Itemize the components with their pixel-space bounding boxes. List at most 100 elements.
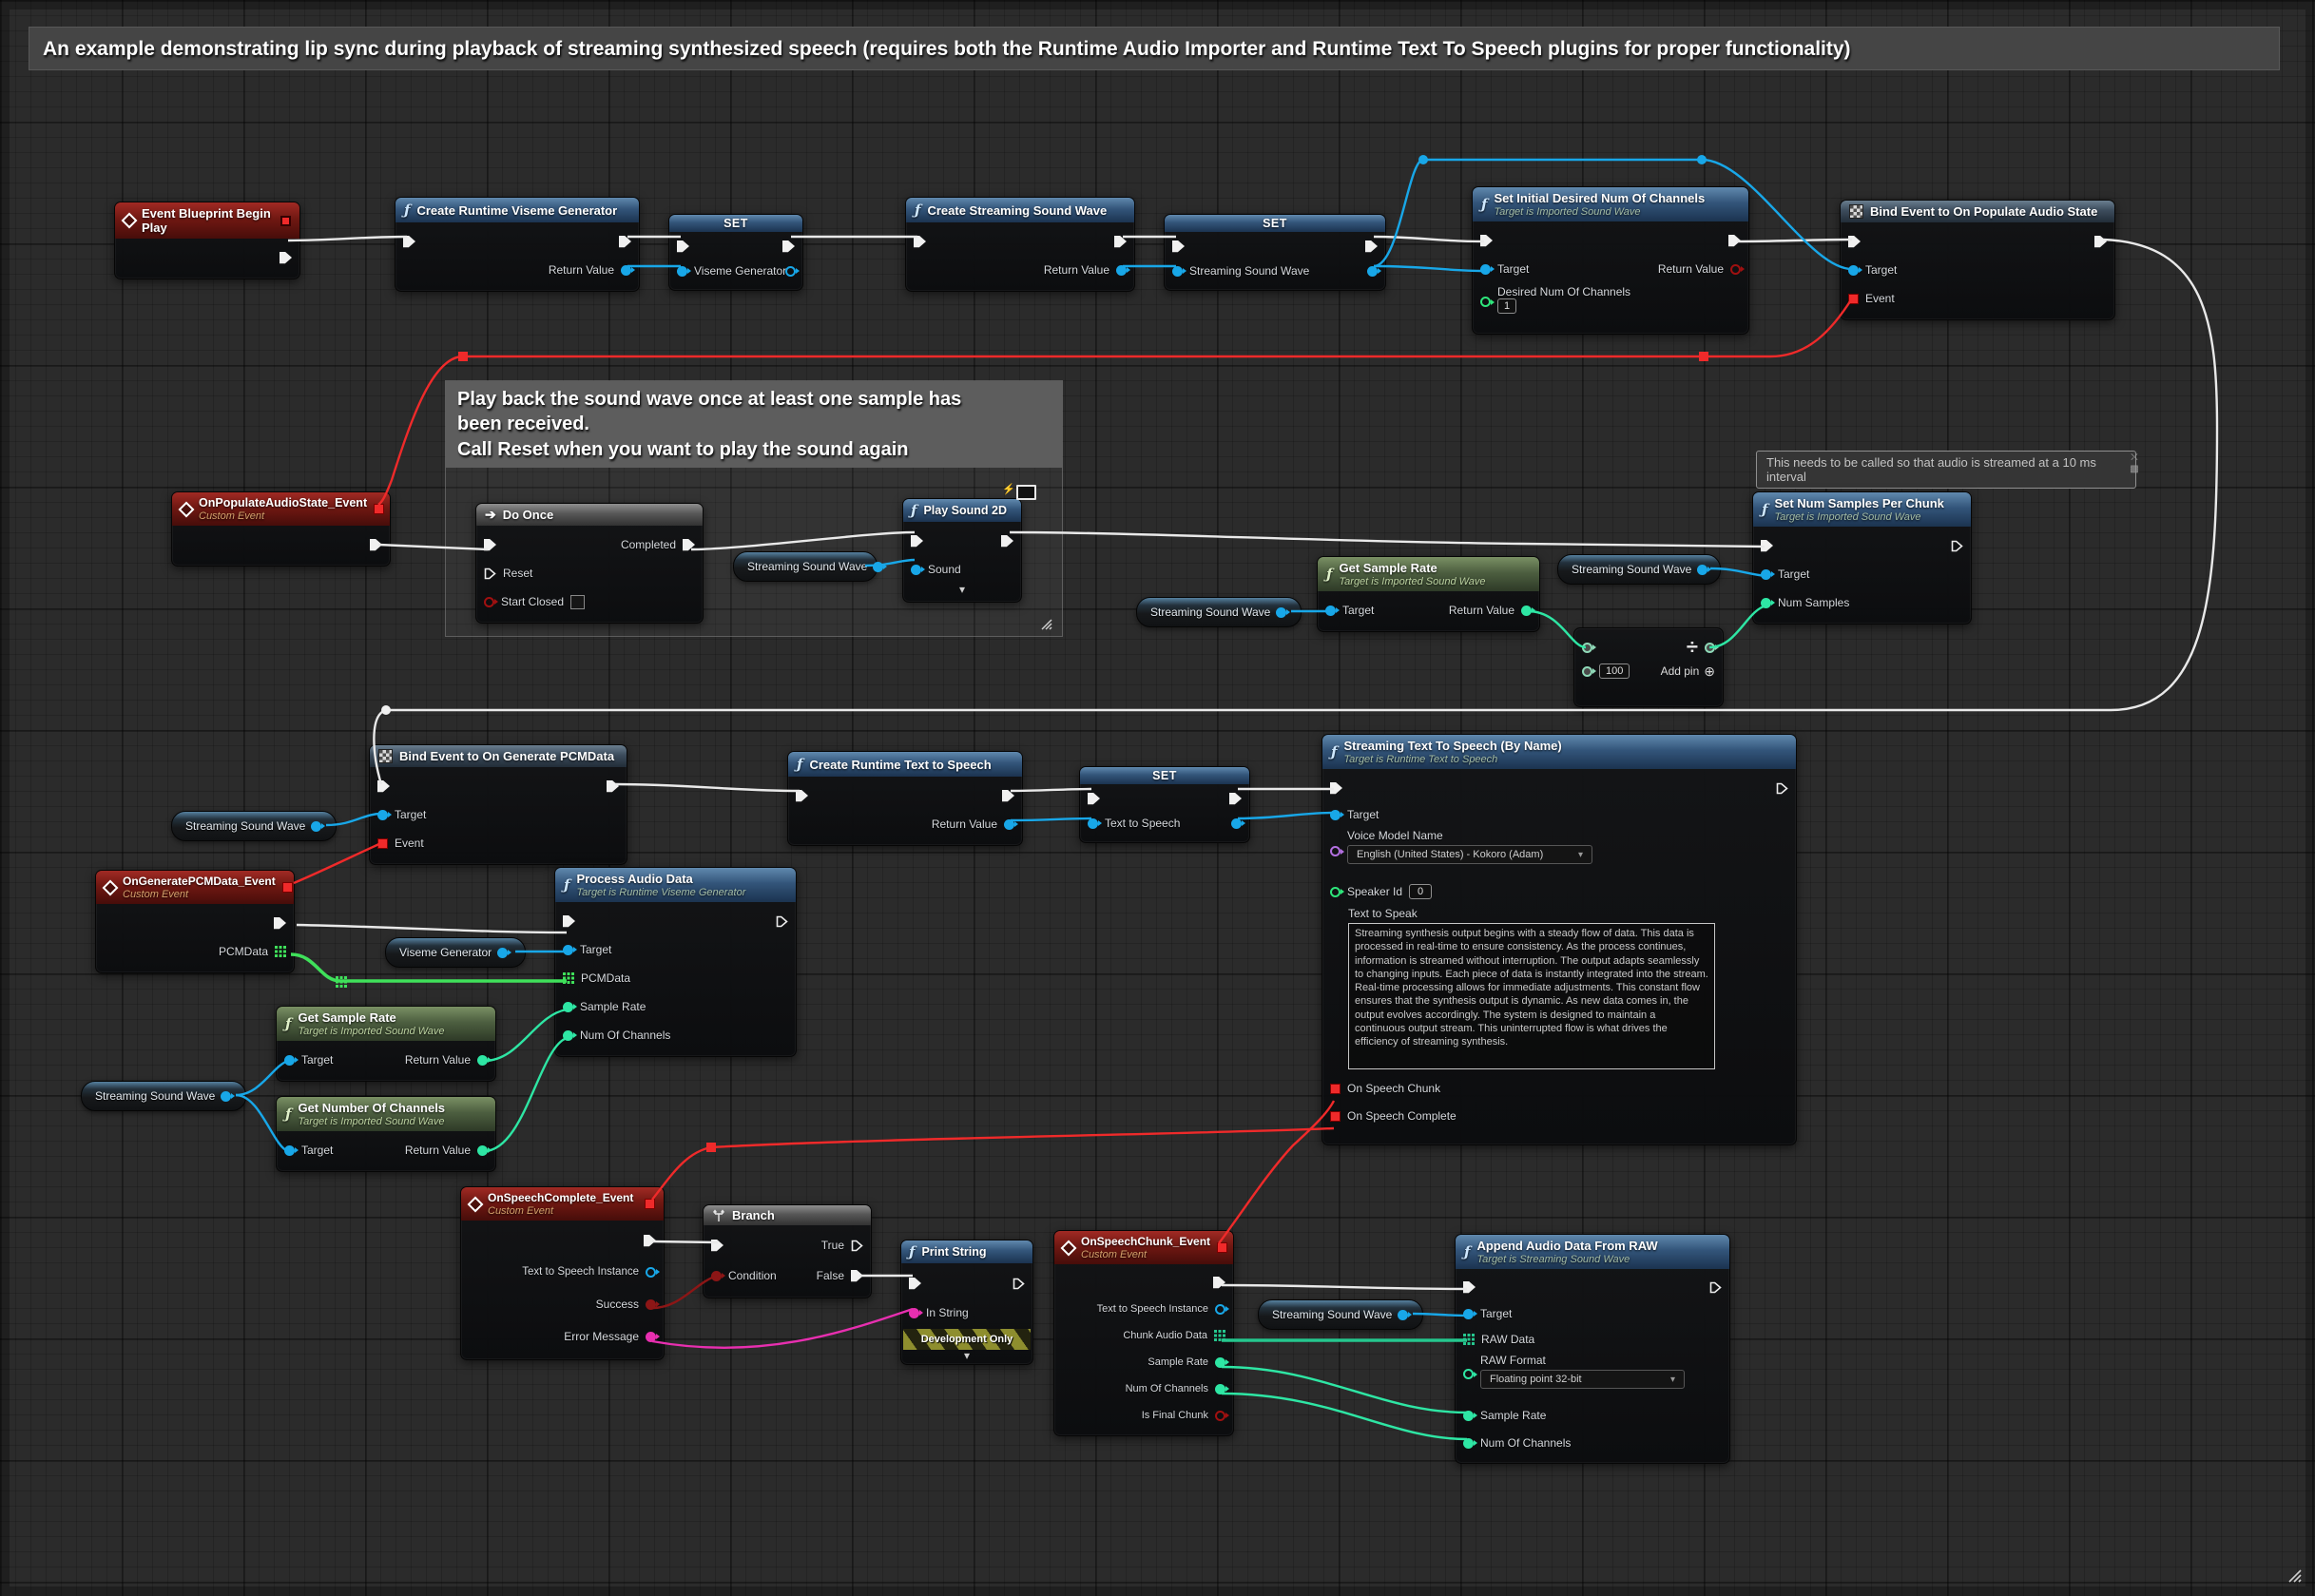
var-in-pin[interactable] [1172, 266, 1183, 277]
target-pin[interactable] [284, 1145, 295, 1156]
event-delegate-pin[interactable] [377, 838, 388, 849]
variable-get-streaming-sound-wave[interactable]: Streaming Sound Wave [1136, 597, 1302, 627]
text-to-speak-input[interactable]: Streaming synthesis output begins with a… [1348, 923, 1715, 1069]
exec-out-pin[interactable] [274, 917, 286, 930]
exec-in-pin[interactable] [1172, 240, 1185, 253]
node-integer-divide[interactable]: ÷ 100Add pin⊕ [1573, 627, 1724, 707]
return-value-pin[interactable] [477, 1055, 488, 1066]
target-pin[interactable] [1480, 264, 1491, 275]
exec-out-pin[interactable] [370, 539, 382, 551]
exec-out-pin[interactable] [280, 252, 292, 264]
speaker-id-value[interactable]: 0 [1409, 884, 1432, 899]
voice-model-dropdown[interactable]: English (United States) - Kokoro (Adam)▾ [1347, 845, 1592, 864]
exec-out-pin[interactable] [1229, 793, 1242, 805]
chunk-audio-data-array-pin[interactable] [1214, 1330, 1225, 1341]
enabled-indicator[interactable] [280, 216, 291, 226]
exec-out-pin[interactable] [1776, 782, 1788, 795]
node-play-sound-2d[interactable]: ƒPlay Sound 2D Sound ▾ [902, 498, 1022, 603]
delegate-out-pin[interactable] [374, 504, 384, 514]
variable-out-pin[interactable] [1276, 607, 1286, 618]
on-speech-chunk-delegate-pin[interactable] [1330, 1084, 1341, 1094]
exec-out-pin[interactable] [1001, 535, 1013, 548]
return-value-pin[interactable] [1116, 265, 1127, 276]
divide-output-pin[interactable] [1705, 643, 1715, 653]
target-pin[interactable] [1463, 1309, 1474, 1319]
node-create-runtime-viseme-generator[interactable]: ƒCreate Runtime Viseme Generator Return … [395, 197, 640, 292]
node-on-populate-audio-state-event[interactable]: OnPopulateAudioState_EventCustom Event [171, 491, 391, 567]
exec-in-pin[interactable] [1761, 540, 1773, 552]
false-exec-pin[interactable] [851, 1270, 863, 1282]
divide-input-a-pin[interactable] [1582, 643, 1592, 653]
comment-resize-grip[interactable] [1038, 616, 1053, 631]
start-closed-checkbox[interactable] [570, 595, 585, 609]
node-bind-event-on-generate-pcmdata[interactable]: Bind Event to On Generate PCMData Target… [369, 744, 627, 865]
target-pin[interactable] [563, 945, 573, 955]
exec-out-pin[interactable] [1114, 236, 1127, 248]
sample-rate-pin[interactable] [1463, 1411, 1474, 1421]
sample-rate-pin[interactable] [1215, 1357, 1225, 1368]
exec-out-pin[interactable] [607, 780, 619, 793]
is-final-chunk-pin[interactable] [1215, 1411, 1225, 1421]
node-create-streaming-sound-wave[interactable]: ƒCreate Streaming Sound Wave Return Valu… [905, 197, 1135, 292]
delegate-out-pin[interactable] [282, 882, 293, 893]
exec-in-pin[interactable] [796, 790, 808, 802]
node-bind-event-on-populate-audio-state[interactable]: Bind Event to On Populate Audio State Ta… [1840, 200, 2115, 320]
num-samples-pin[interactable] [1761, 598, 1771, 608]
condition-pin[interactable] [711, 1271, 722, 1281]
sound-pin[interactable] [911, 565, 921, 575]
exec-out-pin[interactable] [644, 1235, 656, 1247]
exec-out-pin[interactable] [1013, 1278, 1025, 1290]
num-channels-pin[interactable] [563, 1030, 573, 1041]
exec-out-pin[interactable] [776, 915, 788, 928]
exec-out-pin[interactable] [2094, 236, 2107, 248]
var-in-pin[interactable] [1088, 818, 1098, 829]
on-speech-complete-delegate-pin[interactable] [1330, 1111, 1341, 1122]
exec-out-pin[interactable] [782, 240, 795, 253]
exec-in-pin[interactable] [1848, 236, 1861, 248]
divide-input-b-value[interactable]: 100 [1599, 663, 1630, 679]
exec-in-pin[interactable] [911, 535, 923, 548]
exec-out-pin[interactable] [1213, 1277, 1225, 1289]
node-set-streaming-sound-wave[interactable]: SET Streaming Sound Wave [1164, 214, 1386, 291]
var-out-pin[interactable] [1231, 818, 1242, 829]
pcmdata-array-pin[interactable] [563, 972, 574, 984]
exec-in-pin[interactable] [563, 915, 575, 928]
node-print-string[interactable]: ƒPrint String In String Development Only… [900, 1240, 1033, 1365]
exec-in-pin[interactable] [1480, 235, 1493, 247]
node-process-audio-data[interactable]: ƒProcess Audio DataTarget is Runtime Vis… [554, 867, 797, 1057]
exec-out-pin[interactable] [1709, 1281, 1722, 1294]
exec-out-pin[interactable] [1728, 235, 1741, 247]
bubble-pin-icon[interactable]: ⛌▩ [2126, 452, 2143, 477]
divide-input-b-pin[interactable] [1582, 666, 1592, 677]
exec-in-pin[interactable] [403, 236, 415, 248]
true-exec-pin[interactable] [851, 1240, 863, 1252]
target-pin[interactable] [377, 810, 388, 820]
variable-out-pin[interactable] [873, 562, 883, 572]
var-out-pin[interactable] [785, 266, 796, 277]
speaker-id-pin[interactable] [1330, 887, 1341, 897]
target-pin[interactable] [284, 1055, 295, 1066]
target-pin[interactable] [1761, 569, 1771, 580]
node-set-text-to-speech[interactable]: SET Text to Speech [1079, 766, 1250, 843]
node-on-speech-complete-event[interactable]: OnSpeechComplete_EventCustom Event Text … [460, 1186, 665, 1360]
success-pin[interactable] [646, 1299, 656, 1310]
variable-out-pin[interactable] [311, 821, 321, 832]
node-streaming-text-to-speech-by-name[interactable]: ƒStreaming Text To Speech (By Name)Targe… [1321, 734, 1797, 1145]
in-string-pin[interactable] [909, 1308, 919, 1318]
advanced-pins-chevron[interactable]: ▾ [903, 584, 1021, 595]
pcmdata-array-pin[interactable] [275, 946, 286, 957]
exec-in-pin[interactable] [711, 1240, 723, 1252]
variable-get-streaming-sound-wave[interactable]: Streaming Sound Wave [733, 551, 878, 582]
variable-get-streaming-sound-wave[interactable]: Streaming Sound Wave [81, 1081, 246, 1111]
blueprint-graph-canvas[interactable]: An example demonstrating lip sync during… [0, 0, 2315, 1596]
delegate-out-pin[interactable] [1217, 1242, 1227, 1253]
raw-data-array-pin[interactable] [1463, 1334, 1475, 1345]
variable-get-streaming-sound-wave[interactable]: Streaming Sound Wave [171, 811, 337, 841]
node-set-num-samples-per-chunk[interactable]: ƒSet Num Samples Per ChunkTarget is Impo… [1752, 491, 1972, 625]
canvas-resize-grip[interactable] [2286, 1567, 2303, 1584]
node-get-sample-rate-low[interactable]: ƒGet Sample RateTarget is Imported Sound… [276, 1006, 496, 1082]
variable-out-pin[interactable] [221, 1091, 231, 1102]
raw-format-dropdown[interactable]: Floating point 32-bit▾ [1480, 1370, 1685, 1389]
node-branch[interactable]: Branch True ConditionFalse [703, 1204, 872, 1298]
reset-exec-pin[interactable] [484, 567, 496, 580]
